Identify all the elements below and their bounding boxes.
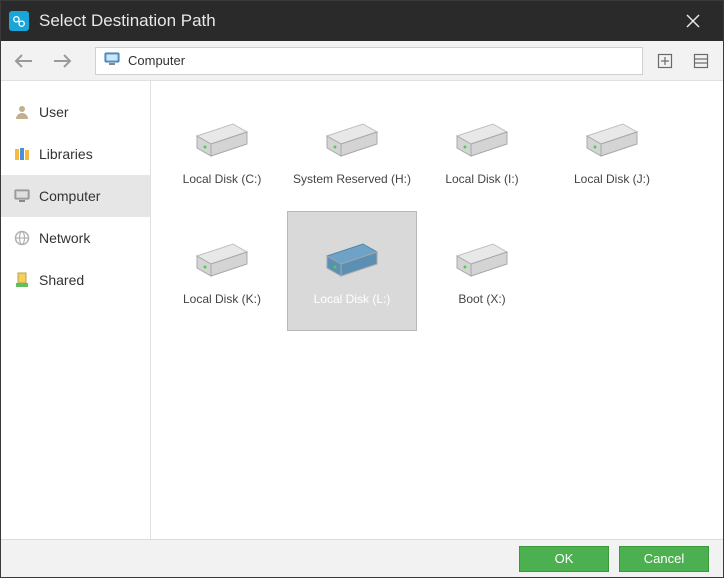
cancel-button[interactable]: Cancel [619,546,709,572]
drive-item[interactable]: Local Disk (C:) [157,91,287,211]
drive-item[interactable]: Local Disk (K:) [157,211,287,331]
sidebar-item-label: User [39,104,69,120]
drive-label: Local Disk (K:) [183,292,261,306]
shared-icon [13,272,31,288]
back-button[interactable] [9,46,39,76]
disk-icon [321,116,383,162]
sidebar-item-label: Network [39,230,90,246]
window-title: Select Destination Path [39,11,673,31]
disk-icon [451,116,513,162]
drive-item[interactable]: Local Disk (I:) [417,91,547,211]
drive-label: Local Disk (I:) [445,172,518,186]
app-icon [9,11,29,31]
body: User Libraries Computer Network Shared [1,81,723,539]
libraries-icon [13,146,31,162]
disk-icon [581,116,643,162]
drive-label: Local Disk (L:) [314,292,391,306]
disk-icon [191,236,253,282]
path-box[interactable]: Computer [95,47,643,75]
drive-label: Local Disk (J:) [574,172,650,186]
sidebar-item-user[interactable]: User [1,91,150,133]
sidebar-item-label: Shared [39,272,84,288]
sidebar-item-shared[interactable]: Shared [1,259,150,301]
drive-item[interactable]: Boot (X:) [417,211,547,331]
view-list-button[interactable] [687,47,715,75]
drive-label: Local Disk (C:) [183,172,262,186]
disk-icon [451,236,513,282]
sidebar-item-label: Libraries [39,146,93,162]
new-folder-button[interactable] [651,47,679,75]
footer: OK Cancel [1,539,723,577]
ok-button[interactable]: OK [519,546,609,572]
content-pane: Local Disk (C:) System Reserved (H:) Loc… [151,81,723,539]
drive-label: Boot (X:) [458,292,505,306]
drive-label: System Reserved (H:) [293,172,411,186]
computer-icon [104,51,120,70]
drive-item[interactable]: Local Disk (J:) [547,91,677,211]
network-icon [13,230,31,246]
drive-item[interactable]: System Reserved (H:) [287,91,417,211]
close-button[interactable] [673,1,713,41]
disk-icon [191,116,253,162]
user-icon [13,104,31,120]
path-text: Computer [128,53,185,68]
forward-button[interactable] [47,46,77,76]
titlebar: Select Destination Path [1,1,723,41]
sidebar-item-label: Computer [39,188,100,204]
computer-icon [13,188,31,204]
sidebar-item-network[interactable]: Network [1,217,150,259]
sidebar: User Libraries Computer Network Shared [1,81,151,539]
disk-icon [321,236,383,282]
drive-item[interactable]: Local Disk (L:) [287,211,417,331]
sidebar-item-libraries[interactable]: Libraries [1,133,150,175]
sidebar-item-computer[interactable]: Computer [1,175,150,217]
toolbar: Computer [1,41,723,81]
